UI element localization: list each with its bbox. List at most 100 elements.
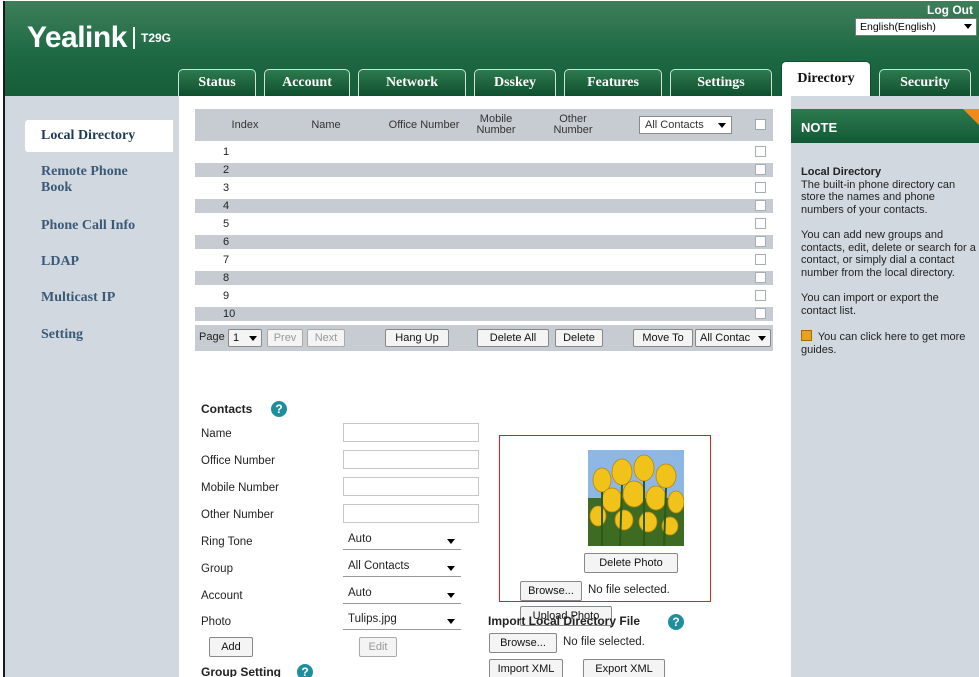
table-row: 2 bbox=[195, 163, 773, 177]
tulip-photo-image bbox=[588, 450, 684, 546]
column-office-number: Office Number bbox=[388, 118, 460, 131]
note-body: Local Directory The built-in phone direc… bbox=[801, 166, 977, 369]
table-row: 9 bbox=[195, 289, 773, 303]
export-xml-button[interactable]: Export XML bbox=[583, 659, 665, 677]
row-checkbox[interactable] bbox=[755, 308, 766, 319]
select-all-checkbox[interactable] bbox=[755, 119, 766, 130]
group-label: Group bbox=[201, 563, 233, 575]
row-index: 8 bbox=[223, 272, 230, 284]
column-index: Index bbox=[231, 118, 259, 131]
other-number-field[interactable] bbox=[343, 504, 479, 523]
sidebar-item-setting[interactable]: Setting bbox=[41, 327, 83, 343]
row-index: 2 bbox=[223, 164, 230, 176]
tab-dsskey[interactable]: Dsskey bbox=[474, 69, 556, 96]
table-row: 8 bbox=[195, 271, 773, 285]
tab-directory[interactable]: Directory bbox=[781, 61, 871, 97]
table-header: Index Name Office Number Mobile Number O… bbox=[195, 109, 773, 141]
sidebar-item-remote-phone-book[interactable]: Remote Phone Book bbox=[41, 164, 161, 196]
sidebar-item-multicast-ip[interactable]: Multicast IP bbox=[41, 290, 115, 306]
main-content: Index Name Office Number Mobile Number O… bbox=[181, 96, 789, 677]
delete-photo-button[interactable]: Delete Photo bbox=[584, 553, 678, 573]
sidebar-item-phone-call-info[interactable]: Phone Call Info bbox=[41, 218, 135, 234]
guide-link[interactable]: You can click here to get more guides. bbox=[801, 331, 965, 356]
photo-value: Tulips.jpg bbox=[348, 613, 397, 625]
hang-up-button[interactable]: Hang Up bbox=[385, 329, 449, 347]
delete-all-button[interactable]: Delete All bbox=[477, 329, 549, 347]
page-select[interactable]: 1 bbox=[228, 329, 262, 347]
table-row: 10 bbox=[195, 307, 773, 321]
row-checkbox[interactable] bbox=[755, 182, 766, 193]
photo-select[interactable]: Tulips.jpg bbox=[343, 612, 461, 630]
ring-tone-value: Auto bbox=[348, 533, 372, 545]
chevron-down-icon bbox=[447, 539, 455, 544]
sidebar-item-local-directory[interactable]: Local Directory bbox=[25, 120, 173, 152]
mobile-number-label: Mobile Number bbox=[201, 482, 279, 494]
add-button[interactable]: Add bbox=[209, 637, 253, 657]
row-checkbox[interactable] bbox=[755, 218, 766, 229]
prev-button[interactable]: Prev bbox=[267, 329, 303, 347]
tab-account[interactable]: Account bbox=[264, 69, 350, 96]
row-checkbox[interactable] bbox=[755, 164, 766, 175]
import-file-status: No file selected. bbox=[563, 636, 645, 648]
delete-button[interactable]: Delete bbox=[555, 329, 603, 347]
chevron-down-icon bbox=[447, 566, 455, 571]
note-panel: NOTE Local Directory The built-in phone … bbox=[791, 96, 979, 677]
tab-security[interactable]: Security bbox=[879, 69, 971, 96]
row-index: 4 bbox=[223, 200, 230, 212]
table-row: 3 bbox=[195, 181, 773, 195]
corner-fold-icon bbox=[963, 109, 979, 125]
photo-label: Photo bbox=[201, 616, 232, 628]
edit-button[interactable]: Edit bbox=[359, 637, 397, 657]
tab-status[interactable]: Status bbox=[178, 69, 256, 96]
row-checkbox[interactable] bbox=[755, 200, 766, 211]
help-icon[interactable]: ? bbox=[271, 401, 287, 417]
sidebar-item-ldap[interactable]: LDAP bbox=[41, 254, 79, 270]
name-label: Name bbox=[201, 428, 232, 440]
note-paragraph: You can import or export the contact lis… bbox=[801, 292, 939, 317]
row-checkbox[interactable] bbox=[755, 272, 766, 283]
office-number-field[interactable] bbox=[343, 450, 479, 469]
import-title: Import Local Directory File bbox=[488, 614, 641, 628]
note-title: NOTE bbox=[791, 109, 979, 143]
model-label: T29G bbox=[141, 31, 172, 45]
account-value: Auto bbox=[348, 587, 372, 599]
import-xml-button[interactable]: Import XML bbox=[489, 659, 563, 677]
language-select[interactable]: English(English) bbox=[855, 18, 977, 36]
move-to-button[interactable]: Move To bbox=[633, 329, 693, 347]
row-checkbox[interactable] bbox=[755, 236, 766, 247]
help-icon[interactable]: ? bbox=[668, 614, 684, 630]
group-filter-select[interactable]: All Contacts bbox=[639, 116, 732, 134]
logout-link[interactable]: Log Out bbox=[927, 3, 973, 17]
row-checkbox[interactable] bbox=[755, 254, 766, 265]
ring-tone-select[interactable]: Auto bbox=[343, 532, 461, 550]
note-paragraph: The built-in phone directory can store t… bbox=[801, 178, 956, 216]
table-row: 4 bbox=[195, 199, 773, 213]
move-target-select[interactable]: All Contac bbox=[695, 329, 771, 347]
import-browse-button[interactable]: Browse... bbox=[489, 633, 557, 653]
account-select[interactable]: Auto bbox=[343, 586, 461, 604]
row-index: 3 bbox=[223, 182, 230, 194]
next-button[interactable]: Next bbox=[307, 329, 345, 347]
header-bar: Yealink T29G Log Out English(English) St… bbox=[5, 1, 979, 97]
chevron-down-icon bbox=[249, 336, 257, 341]
table-row: 6 bbox=[195, 235, 773, 249]
row-checkbox[interactable] bbox=[755, 146, 766, 157]
photo-file-status: No file selected. bbox=[588, 584, 670, 596]
row-index: 1 bbox=[223, 146, 230, 158]
office-number-label: Office Number bbox=[201, 455, 275, 467]
row-checkbox[interactable] bbox=[755, 290, 766, 301]
mobile-number-field[interactable] bbox=[343, 477, 479, 496]
help-icon[interactable]: ? bbox=[297, 664, 313, 677]
language-value: English(English) bbox=[860, 21, 936, 33]
photo-browse-button[interactable]: Browse... bbox=[520, 581, 582, 601]
name-field[interactable] bbox=[343, 423, 479, 442]
tab-features[interactable]: Features bbox=[564, 69, 662, 96]
account-label: Account bbox=[201, 590, 243, 602]
group-select[interactable]: All Contacts bbox=[343, 559, 461, 577]
guide-book-icon[interactable] bbox=[801, 330, 812, 341]
move-target-value: All Contac bbox=[700, 332, 751, 344]
page-value: 1 bbox=[233, 332, 240, 344]
logo-separator bbox=[133, 27, 135, 49]
tab-network[interactable]: Network bbox=[358, 69, 466, 96]
tab-settings[interactable]: Settings bbox=[670, 69, 772, 96]
